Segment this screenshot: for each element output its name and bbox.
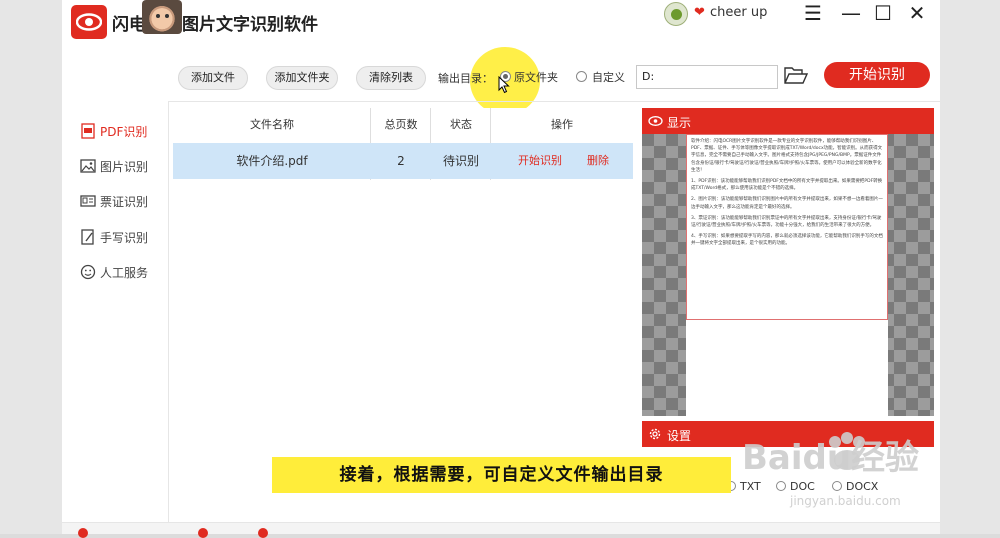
radio-custom-folder-label[interactable]: 自定义 bbox=[592, 69, 625, 85]
close-icon[interactable]: ✕ bbox=[904, 2, 930, 26]
radio-original-folder-label[interactable]: 原文件夹 bbox=[514, 69, 558, 85]
bottom-marker bbox=[198, 528, 208, 538]
bottom-marker bbox=[258, 528, 268, 538]
cell-filename: 软件介绍.pdf bbox=[236, 154, 308, 168]
clear-list-button[interactable]: 清除列表 bbox=[356, 66, 426, 90]
cell-pages: 2 bbox=[397, 154, 405, 168]
bottom-status-bar bbox=[62, 522, 940, 534]
user-avatar[interactable] bbox=[664, 2, 688, 26]
document-preview: 软件介绍：闪电OCR图片文字识别软件是一款专业的文字识别软件，能够帮助我们识别图… bbox=[642, 134, 934, 416]
content-divider bbox=[168, 101, 940, 102]
minimize-icon[interactable]: — bbox=[838, 2, 864, 26]
preview-paragraph: 2、图片识别：该功能能够帮助我们识别图片中的所有文字并提取出来，如果不想一边看着… bbox=[691, 197, 883, 210]
app-title-part1: 闪电 bbox=[112, 15, 146, 35]
app-logo-icon bbox=[71, 5, 107, 39]
sidebar-item-label: 票证识别 bbox=[100, 195, 149, 209]
preview-page-blank-area bbox=[686, 320, 888, 416]
preview-paragraph: 软件介绍：闪电OCR图片文字识别软件是一款专业的文字识别软件，能够帮助我们识别图… bbox=[691, 139, 883, 173]
username[interactable]: cheer up bbox=[710, 5, 767, 20]
format-option-txt[interactable]: TXT bbox=[726, 480, 761, 493]
start-recognition-button[interactable]: 开始识别 bbox=[824, 62, 930, 88]
add-file-button[interactable]: 添加文件 bbox=[178, 66, 248, 90]
output-path-input[interactable]: D: bbox=[636, 65, 778, 89]
row-delete-link[interactable]: 删除 bbox=[583, 143, 613, 179]
maximize-icon[interactable]: ☐ bbox=[870, 2, 896, 26]
column-header-filename: 文件名称 bbox=[250, 118, 294, 131]
smile-icon bbox=[80, 264, 96, 280]
video-caption: 接着，根据需要，可自定义文件输出目录 bbox=[272, 457, 731, 493]
column-header-pages: 总页数 bbox=[384, 118, 418, 131]
preview-paragraph: 1、PDF识别：该功能能够帮助我们识别PDF文档中的所有文字并提取出来。如果需要… bbox=[691, 179, 883, 192]
left-backdrop bbox=[0, 0, 62, 534]
sidebar-item-label: PDF识别 bbox=[100, 125, 148, 139]
settings-title: 设置 bbox=[667, 429, 692, 443]
pdf-icon bbox=[81, 123, 95, 139]
file-table-header: 文件名称 总页数 状态 操作 bbox=[173, 108, 633, 142]
column-header-status: 状态 bbox=[450, 118, 472, 131]
baby-photo-overlay bbox=[142, 0, 182, 34]
image-icon bbox=[80, 159, 96, 173]
gear-icon bbox=[649, 428, 661, 440]
table-row[interactable]: 软件介绍.pdf 2 待识别 开始识别 删除 bbox=[173, 143, 633, 179]
cell-status: 待识别 bbox=[442, 154, 479, 168]
sidebar-item-label: 手写识别 bbox=[100, 231, 149, 245]
right-backdrop bbox=[940, 0, 1000, 534]
app-title-part2: 图片文字识别软件 bbox=[182, 15, 318, 35]
vip-heart-icon: ❤ bbox=[694, 5, 705, 20]
sidebar-item-label: 人工服务 bbox=[100, 266, 149, 280]
format-option-docx[interactable]: DOCX bbox=[832, 480, 878, 493]
output-dir-label: 输出目录： bbox=[438, 72, 493, 85]
add-folder-button[interactable]: 添加文件夹 bbox=[266, 66, 338, 90]
row-start-recognition-link[interactable]: 开始识别 bbox=[511, 143, 569, 179]
preview-paragraph: 3、票证识别：该功能能够帮助我们识别票证中的所有文字并提取出来，支持身份证/银行… bbox=[691, 215, 882, 229]
format-option-doc[interactable]: DOC bbox=[776, 480, 815, 493]
eye-icon bbox=[648, 116, 663, 126]
mouse-pointer-icon bbox=[498, 76, 510, 94]
ticket-icon bbox=[80, 195, 96, 207]
baidu-paw-icon bbox=[829, 432, 865, 470]
column-header-actions: 操作 bbox=[551, 118, 573, 131]
sidebar-item-label: 图片识别 bbox=[100, 160, 149, 174]
bottom-marker bbox=[78, 528, 88, 538]
preview-page: 软件介绍：闪电OCR图片文字识别软件是一款专业的文字识别软件，能够帮助我们识别图… bbox=[686, 134, 888, 320]
preview-panel-header: 显示 bbox=[642, 108, 934, 134]
radio-custom-folder[interactable] bbox=[576, 71, 587, 82]
browse-folder-icon[interactable] bbox=[784, 66, 808, 86]
preview-title: 显示 bbox=[667, 116, 692, 130]
preview-paragraph: 4、手写识别：如果想要提取手写的内容，那么就必须选择该功能，它能帮助我们识别手写… bbox=[691, 234, 883, 247]
menu-icon[interactable]: ☰ bbox=[800, 2, 826, 26]
baidu-watermark-url: jingyan.baidu.com bbox=[790, 494, 901, 508]
title-bar: 闪电 图片文字识别软件 ❤ cheer up ☰ — ☐ ✕ bbox=[62, 0, 940, 50]
handwriting-icon bbox=[81, 229, 94, 245]
sidebar-divider bbox=[168, 101, 169, 523]
